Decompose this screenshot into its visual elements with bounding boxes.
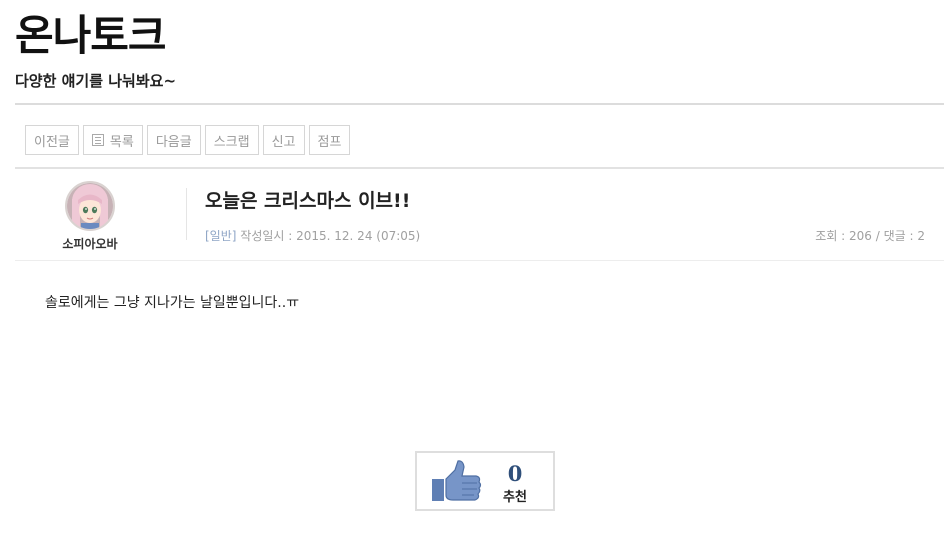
board-subtitle: 다양한 얘기를 나눠봐요~ — [15, 72, 177, 90]
scrap-button[interactable]: 스크랩 — [204, 125, 259, 155]
avatar-image — [67, 183, 113, 229]
divider — [15, 103, 944, 105]
jump-label: 점프 — [317, 134, 342, 150]
scrap-label: 스크랩 — [213, 134, 250, 150]
list-label: 목록 — [109, 134, 134, 150]
recommend-button[interactable]: 0 추천 — [415, 451, 555, 511]
recommend-count: 0 — [507, 461, 523, 486]
list-icon — [91, 134, 104, 146]
post-toolbar: 이전글 목록 다음글 스크랩 신고 점프 — [25, 125, 351, 155]
post-title: 오늘은 크리스마스 이브!! — [205, 190, 411, 212]
prev-post-label: 이전글 — [34, 134, 70, 150]
author-avatar[interactable] — [65, 181, 115, 231]
next-post-button[interactable]: 다음글 — [146, 125, 201, 155]
board-title[interactable]: 온나토크 — [15, 13, 167, 58]
recommend-label: 추천 — [503, 490, 527, 505]
post-date: 작성일시 : 2015. 12. 24 (07:05) — [240, 229, 421, 243]
report-label: 신고 — [271, 134, 296, 150]
post-body: 솔로에게는 그냥 지나가는 날일뿐입니다..ㅠ — [45, 295, 300, 311]
jump-button[interactable]: 점프 — [308, 125, 351, 155]
divider — [15, 260, 944, 261]
author-name[interactable]: 소피아오바 — [40, 235, 140, 252]
next-post-label: 다음글 — [155, 134, 192, 150]
divider — [15, 167, 944, 169]
post-meta: [일반] 작성일시 : 2015. 12. 24 (07:05) — [205, 227, 420, 244]
thumbs-up-icon — [432, 460, 482, 501]
post-stats: 조회 : 206 / 댓글 : 2 — [815, 229, 925, 243]
list-button[interactable]: 목록 — [82, 125, 143, 155]
prev-post-button[interactable]: 이전글 — [25, 125, 79, 155]
report-button[interactable]: 신고 — [262, 125, 305, 155]
post-category: [일반] — [205, 229, 237, 243]
divider — [186, 188, 187, 240]
